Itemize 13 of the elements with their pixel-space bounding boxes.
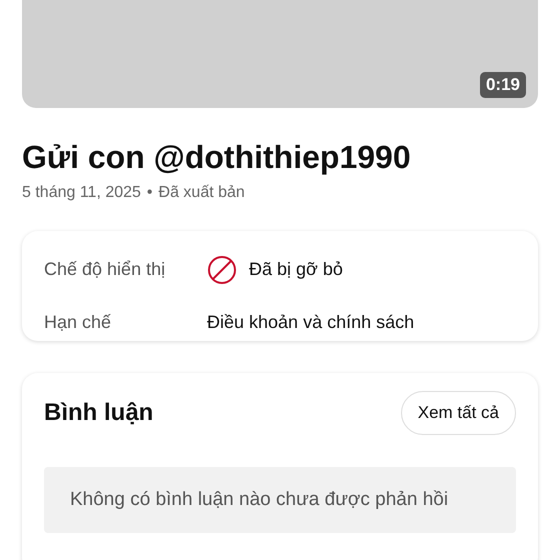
- post-date: 5 tháng 11, 2025: [22, 184, 141, 202]
- separator-dot: •: [146, 184, 153, 202]
- detail-value: Điều khoản và chính sách: [207, 312, 414, 333]
- video-duration: 0:19: [480, 72, 526, 98]
- post-status: Đã xuất bản: [158, 184, 245, 202]
- post-title: Gửi con @dothithiep1990: [22, 138, 412, 176]
- detail-value: Đã bị gỡ bỏ: [249, 259, 343, 280]
- prohibited-icon: [207, 254, 237, 284]
- comments-heading: Bình luận: [44, 399, 154, 427]
- detail-label: Hạn chế: [44, 312, 112, 333]
- see-all-button[interactable]: Xem tất cả: [400, 391, 516, 435]
- empty-comments-message: Không có bình luận nào chưa được phản hồi: [70, 489, 448, 510]
- detail-label: Chế độ hiển thị: [44, 259, 166, 280]
